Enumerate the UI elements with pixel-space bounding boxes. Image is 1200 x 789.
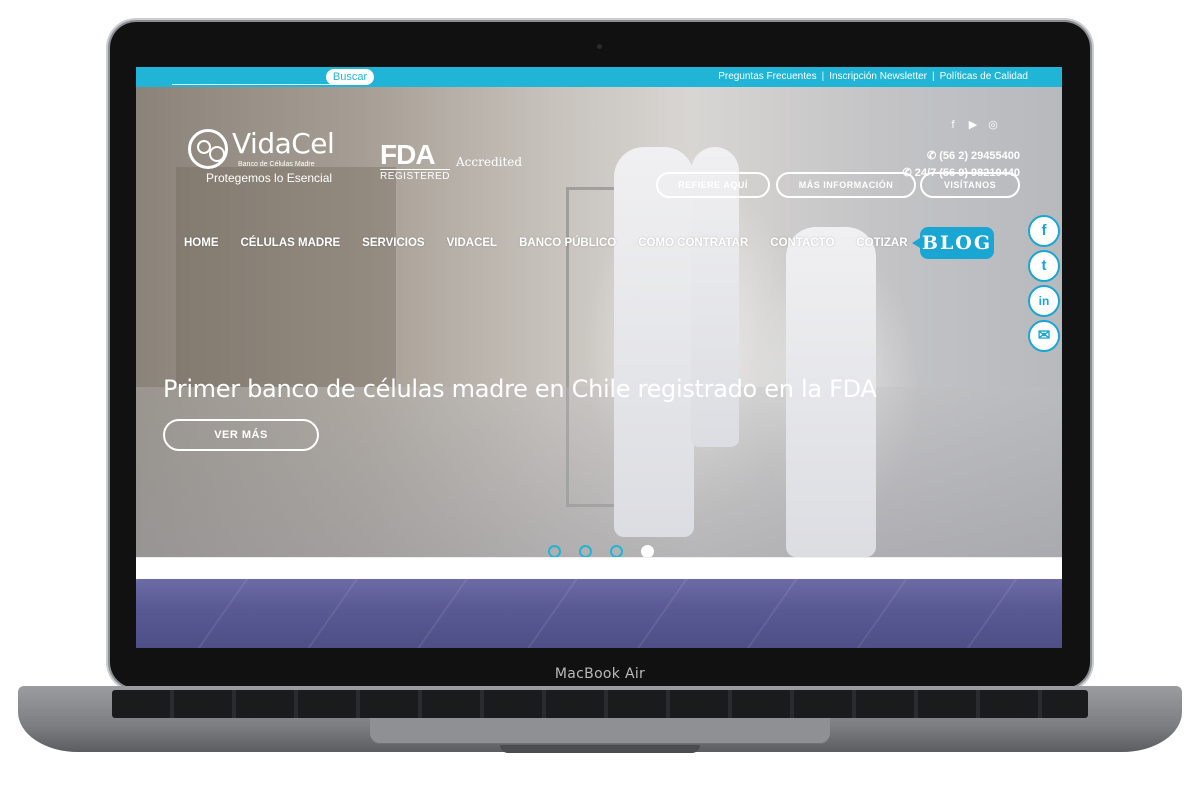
link-newsletter[interactable]: Inscripción Newsletter [829, 70, 927, 84]
ver-mas-button[interactable]: VER MÁS [163, 419, 319, 451]
keyboard [112, 690, 1088, 718]
nav-banco-publico[interactable]: BANCO PÚBLICO [519, 237, 616, 249]
brand-tagline: Protegemos lo Esencial [206, 171, 333, 185]
refer-button[interactable]: REFIERE AQUÍ [656, 172, 770, 198]
nav-celulas-madre[interactable]: CÉLULAS MADRE [241, 237, 341, 249]
brand-subtitle: Banco de Células Madre [238, 161, 315, 168]
nav-cotizar[interactable]: COTIZAR [856, 237, 907, 249]
second-section-image [136, 579, 1062, 648]
section-divider [136, 557, 1062, 579]
blog-button[interactable]: BLOG [912, 227, 994, 259]
main-nav: HOME CÉLULAS MADRE SERVICIOS VIDACEL BAN… [184, 237, 930, 249]
trackpad [370, 718, 830, 744]
phone-number[interactable]: (56 2) 29455400 [939, 150, 1020, 162]
visit-button[interactable]: VISÍTANOS [920, 172, 1020, 198]
brand-name: VidaCel [232, 127, 335, 160]
link-quality-policies[interactable]: Políticas de Calidad [940, 70, 1028, 84]
fda-badge: FDA REGISTERED [380, 139, 451, 182]
nav-home[interactable]: HOME [184, 237, 219, 249]
nav-vidacel[interactable]: VIDACEL [447, 237, 497, 249]
logo-icon [188, 129, 228, 169]
fda-sub: REGISTERED [380, 169, 451, 182]
nav-como-contratar[interactable]: CÓMO CONTRATAR [638, 237, 748, 249]
hero-slider: VidaCel Banco de Células Madre Protegemo… [136, 87, 1062, 558]
device-label: MacBook Air [554, 666, 646, 682]
linkedin-icon[interactable]: in [1028, 285, 1060, 317]
lab-panel [176, 167, 396, 387]
email-icon[interactable]: ✉ [1028, 320, 1060, 352]
youtube-icon[interactable]: ▶ [966, 119, 980, 132]
link-faq[interactable]: Preguntas Frecuentes [718, 70, 816, 84]
facebook-icon[interactable]: f [1028, 215, 1060, 247]
top-bar: Buscar Preguntas Frecuentes | Inscripció… [136, 67, 1062, 87]
camera-icon [597, 44, 602, 49]
hero-title: Primer banco de células madre en Chile r… [163, 375, 877, 403]
instagram-icon[interactable]: ◎ [986, 119, 1000, 132]
facebook-icon[interactable]: f [946, 119, 960, 132]
twitter-icon[interactable]: t [1028, 250, 1060, 282]
fda-main: FDA [380, 139, 436, 170]
browser-screen: Buscar Preguntas Frecuentes | Inscripció… [136, 67, 1062, 648]
phone-line: ✆ (56 2) 29455400 [903, 148, 1020, 165]
lab-floor [136, 387, 1062, 557]
nav-servicios[interactable]: SERVICIOS [362, 237, 424, 249]
separator: | [821, 71, 825, 82]
accredited-badge: Accredited [456, 155, 523, 169]
top-links: Preguntas Frecuentes | Inscripción Newsl… [718, 70, 1028, 84]
search-button[interactable]: Buscar [326, 69, 374, 85]
phone-icon: ✆ [926, 150, 940, 162]
social-top: f ▶ ◎ [946, 119, 1000, 132]
lab-worker-image [614, 147, 694, 537]
separator: | [932, 71, 935, 82]
base-notch [500, 745, 700, 753]
nav-contacto[interactable]: CONTACTO [770, 237, 834, 249]
more-info-button[interactable]: MÁS INFORMACIÓN [776, 172, 916, 198]
search-input[interactable] [172, 84, 350, 85]
